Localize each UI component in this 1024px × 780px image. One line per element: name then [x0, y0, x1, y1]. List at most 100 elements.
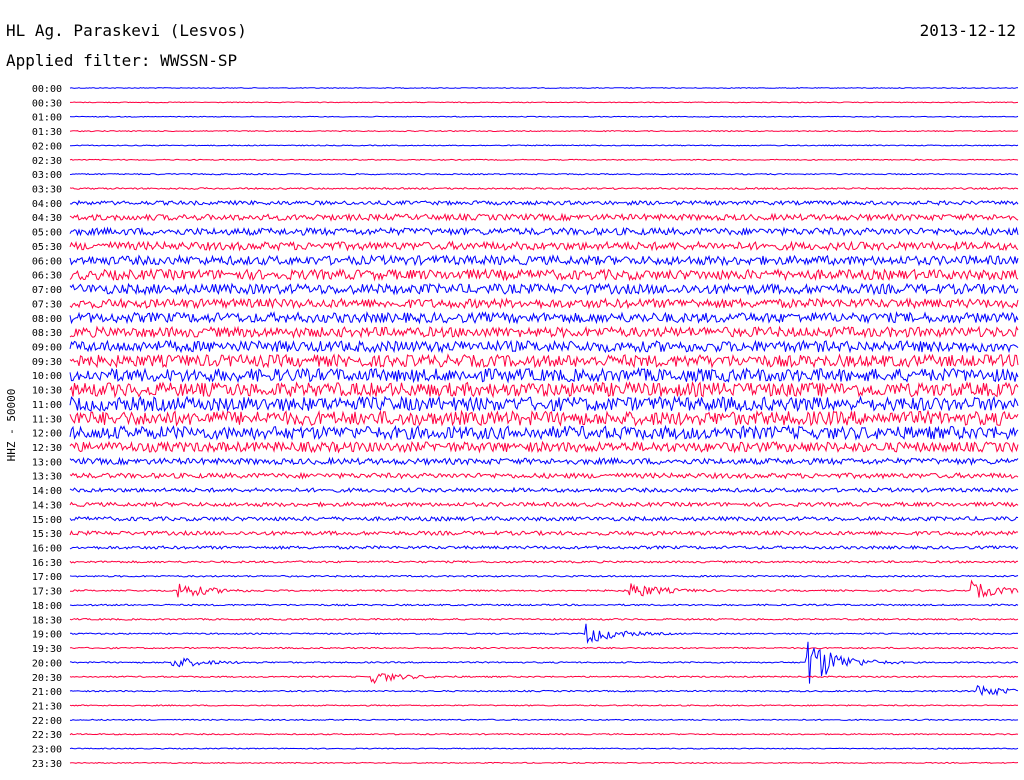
- row-time-label: 17:30: [32, 587, 62, 598]
- trace-line: [69, 267, 1019, 282]
- row-time-label: 12:30: [32, 443, 62, 454]
- trace-line: [69, 574, 1019, 578]
- trace-line: [69, 158, 1019, 161]
- trace-line: [69, 560, 1019, 564]
- row-time-label: 01:30: [32, 127, 62, 138]
- row-time-label: 15:00: [32, 515, 62, 526]
- trace-line: [69, 623, 1019, 645]
- row-time-label: 11:00: [32, 400, 62, 411]
- row-time-label: 02:00: [32, 141, 62, 152]
- row-time-label: 07:30: [32, 299, 62, 310]
- row-time-label: 06:00: [32, 256, 62, 267]
- trace-line: [70, 579, 1019, 598]
- row-time-label: 00:00: [32, 84, 62, 95]
- row-time-label: 00:30: [32, 98, 62, 109]
- row-time-label: 10:30: [32, 386, 62, 397]
- trace-rows: 00:00 00:30 01:00 01:30 02:00 02:30 03:00 03:30…: [32, 84, 1019, 770]
- row-time-label: 16:00: [32, 544, 62, 555]
- row-time-label: 17:00: [32, 572, 62, 583]
- row-time-label: 19:30: [32, 644, 62, 655]
- row-time-label: 16:30: [32, 558, 62, 569]
- trace-line: [69, 761, 1019, 764]
- trace-line: [69, 199, 1019, 207]
- trace-line: [69, 172, 1019, 176]
- trace-line: [69, 718, 1019, 721]
- trace-line: [69, 297, 1019, 310]
- row-time-label: 15:30: [32, 529, 62, 540]
- trace-line: [69, 144, 1019, 147]
- trace-line: [69, 240, 1019, 252]
- row-time-label: 14:30: [32, 500, 62, 511]
- trace-line: [69, 380, 1019, 399]
- row-time-label: 03:30: [32, 185, 62, 196]
- row-time-label: 04:30: [32, 213, 62, 224]
- trace-line: [69, 254, 1019, 267]
- trace-line: [69, 704, 1019, 707]
- trace-line: [69, 672, 1019, 685]
- trace-line: [69, 515, 1019, 522]
- trace-line: [69, 187, 1019, 190]
- row-time-label: 22:30: [32, 730, 62, 741]
- row-time-label: 01:00: [32, 113, 62, 124]
- trace-line: [69, 366, 1019, 384]
- trace-line: [69, 226, 1019, 237]
- row-time-label: 19:00: [32, 630, 62, 641]
- row-time-label: 04:00: [32, 199, 62, 210]
- trace-line: [69, 684, 1019, 697]
- row-time-label: 20:00: [32, 658, 62, 669]
- row-time-label: 09:00: [32, 342, 62, 353]
- trace-line: [69, 424, 1019, 441]
- row-time-label: 10:00: [32, 371, 62, 382]
- row-time-label: 07:00: [32, 285, 62, 296]
- trace-line: [70, 101, 1019, 104]
- row-time-label: 22:00: [32, 716, 62, 727]
- trace-line: [69, 130, 1019, 133]
- row-time-label: 21:30: [32, 701, 62, 712]
- row-time-label: 23:00: [32, 745, 62, 756]
- row-time-label: 11:30: [32, 414, 62, 425]
- trace-line: [69, 456, 1019, 467]
- row-time-label: 02:30: [32, 156, 62, 167]
- row-time-label: 08:30: [32, 328, 62, 339]
- trace-line: [69, 311, 1019, 325]
- row-time-label: 21:00: [32, 687, 62, 698]
- trace-line: [69, 440, 1019, 454]
- row-time-label: 05:30: [32, 242, 62, 253]
- date-label: 2013-12-12: [920, 21, 1016, 40]
- row-time-label: 18:00: [32, 601, 62, 612]
- helicorder-chart: HL Ag. Paraskevi (Lesvos) Applied filter…: [5, 21, 1019, 770]
- row-time-label: 08:00: [32, 314, 62, 325]
- trace-line: [69, 339, 1019, 354]
- row-time-label: 13:00: [32, 457, 62, 468]
- trace-line: [69, 87, 1019, 89]
- trace-line: [69, 732, 1019, 736]
- row-time-label: 18:30: [32, 615, 62, 626]
- trace-line: [69, 486, 1019, 494]
- trace-line: [69, 544, 1019, 551]
- y-axis-label: HHZ - 50000: [5, 389, 18, 462]
- trace-line: [69, 212, 1019, 222]
- trace-line: [69, 115, 1019, 118]
- trace-line: [69, 646, 1019, 650]
- row-time-label: 14:00: [32, 486, 62, 497]
- row-time-label: 09:30: [32, 357, 62, 368]
- row-time-label: 05:00: [32, 228, 62, 239]
- trace-line: [69, 747, 1019, 750]
- station-title: HL Ag. Paraskevi (Lesvos): [6, 21, 247, 40]
- trace-line: [69, 353, 1019, 369]
- trace-line: [69, 617, 1019, 621]
- row-time-label: 13:30: [32, 472, 62, 483]
- row-time-label: 03:00: [32, 170, 62, 181]
- trace-line: [69, 471, 1019, 480]
- row-time-label: 12:00: [32, 429, 62, 440]
- trace-line: [69, 395, 1019, 413]
- trace-line: [69, 603, 1019, 607]
- filter-label: Applied filter: WWSSN-SP: [6, 51, 237, 70]
- row-time-label: 06:30: [32, 271, 62, 282]
- trace-line: [69, 501, 1019, 508]
- trace-line: [69, 325, 1019, 339]
- trace-line: [69, 409, 1019, 427]
- row-time-label: 20:30: [32, 673, 62, 684]
- row-time-label: 23:30: [32, 759, 62, 770]
- trace-line: [69, 529, 1019, 537]
